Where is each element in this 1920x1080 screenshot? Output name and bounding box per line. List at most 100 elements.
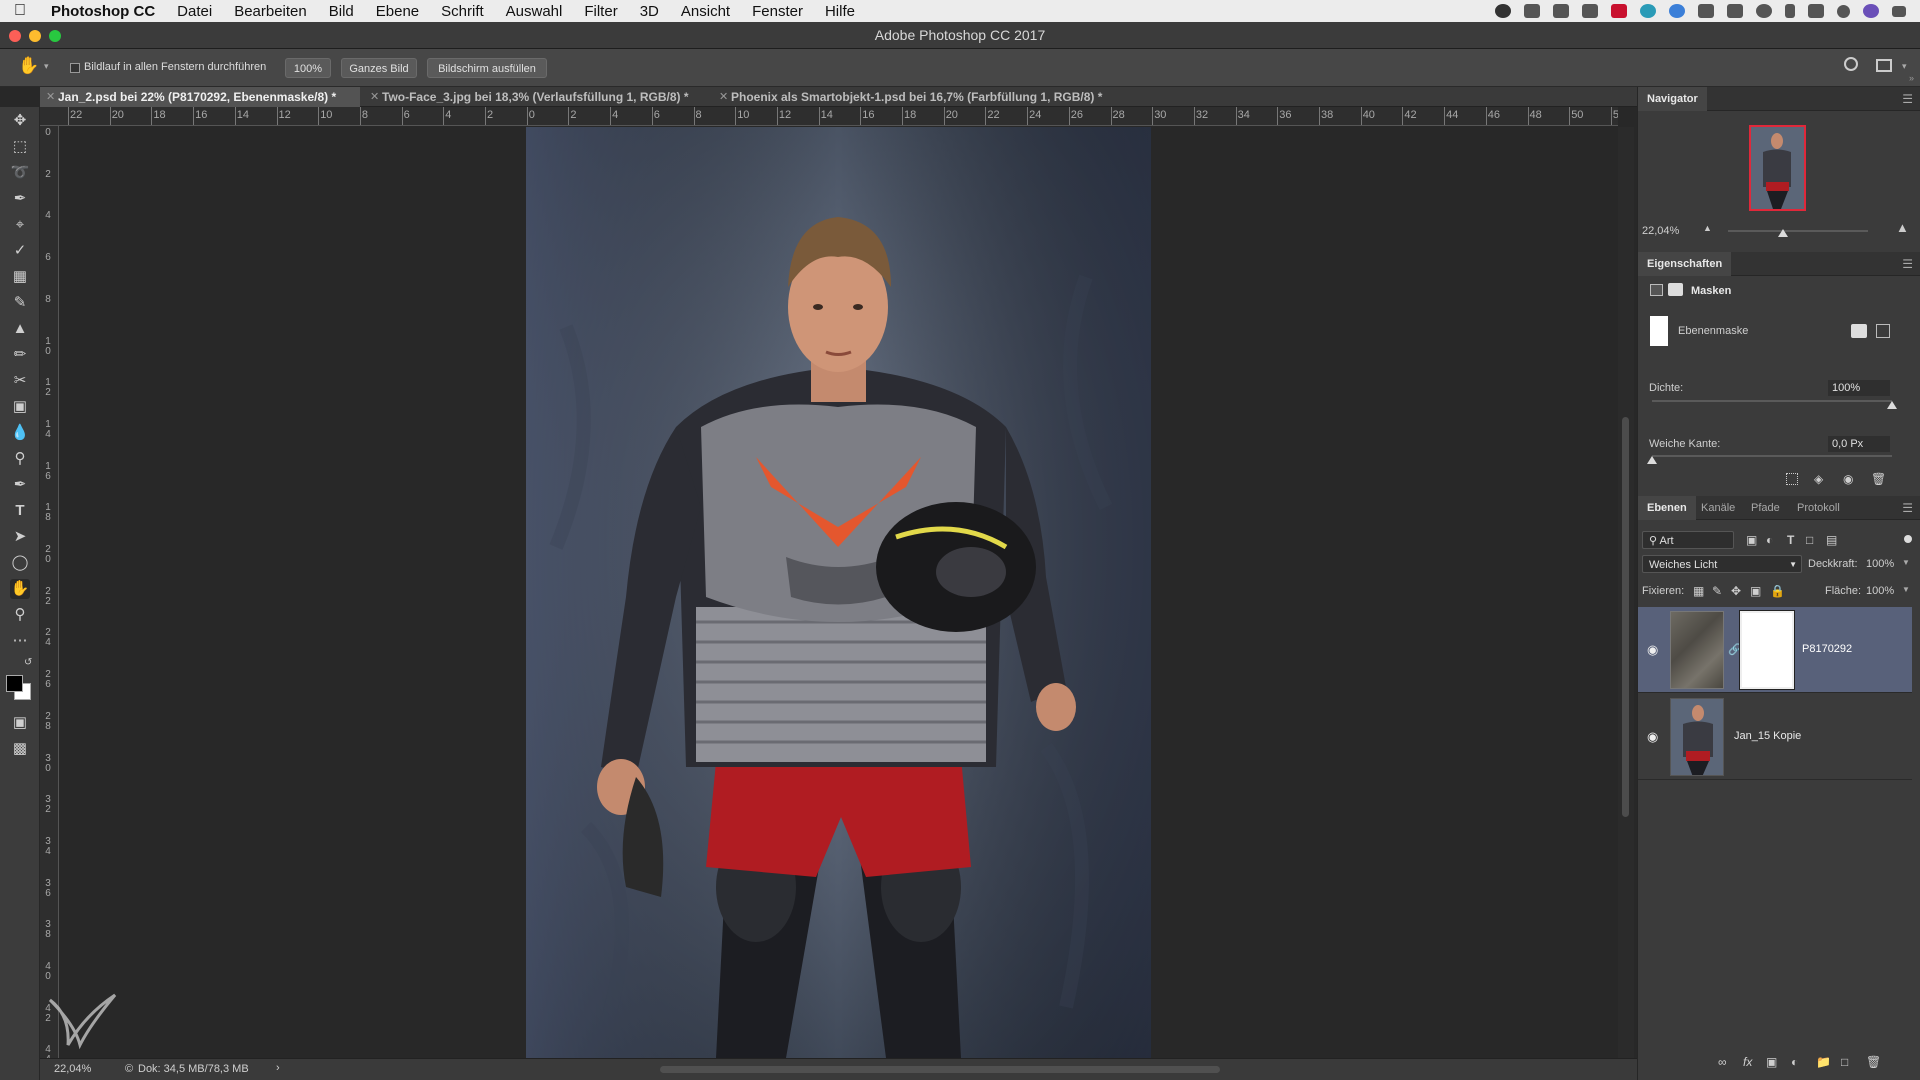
visibility-eye-icon[interactable]: ◉	[1647, 729, 1658, 745]
lasso-tool-icon[interactable]: ➰	[10, 163, 30, 183]
marquee-tool-icon[interactable]: ⬚	[10, 137, 30, 157]
menu-auswahl[interactable]: Auswahl	[495, 3, 574, 20]
status-menu-arrow-icon[interactable]: ›	[276, 1062, 280, 1074]
filter-toggle-icon[interactable]	[1904, 535, 1912, 543]
layer-style-fx-icon[interactable]: fx	[1743, 1055, 1752, 1069]
layers-tab-kanaele[interactable]: Kanäle	[1692, 496, 1744, 520]
tab-document-1[interactable]: ✕ Jan_2.psd bei 22% (P8170292, Ebenenmas…	[40, 87, 360, 107]
layer-name[interactable]: P8170292	[1802, 643, 1852, 655]
clone-stamp-tool-icon[interactable]: ▲	[10, 319, 30, 339]
type-tool-icon[interactable]: T	[10, 501, 30, 521]
layer-filter-select[interactable]: ⚲ Art	[1642, 531, 1734, 549]
tab-document-2[interactable]: ✕ Two-Face_3.jpg bei 18,3% (Verlaufsfüll…	[364, 87, 709, 107]
document-canvas[interactable]	[60, 127, 1618, 1058]
scroll-all-checkbox[interactable]	[70, 63, 80, 73]
apple-menu-icon[interactable]: 	[0, 2, 40, 20]
vertical-ruler[interactable]: 0 2 4 6 8 1 0 1 2 1 4 1 6 1 8 2 0 2 2 2 4 2 6 2 8 3 0 3 …	[40, 126, 59, 1058]
menu-app-name[interactable]: Photoshop CC	[40, 3, 166, 20]
menu-bearbeiten[interactable]: Bearbeiten	[223, 3, 318, 20]
eyedropper-tool-icon[interactable]: ✓	[10, 241, 30, 261]
dropbox-icon[interactable]	[1669, 4, 1685, 18]
panel-menu-icon[interactable]: ☰	[1902, 92, 1913, 106]
close-tab-icon[interactable]: ✕	[370, 87, 379, 107]
layers-tab-protokoll[interactable]: Protokoll	[1788, 496, 1849, 520]
adobe-icon[interactable]	[1611, 4, 1627, 18]
density-input[interactable]: 100%	[1828, 380, 1890, 396]
menu-ebene[interactable]: Ebene	[365, 3, 430, 20]
hand-tool-preset-icon[interactable]: ✋	[18, 56, 39, 76]
creative-cloud-icon[interactable]	[1582, 4, 1598, 18]
panel-menu-icon[interactable]: ☰	[1902, 257, 1913, 271]
layer-mask-thumbnail[interactable]	[1739, 610, 1795, 690]
airplay-icon[interactable]	[1727, 4, 1743, 18]
layer-row[interactable]: ◉ 🔗 P8170292	[1638, 607, 1912, 693]
menu-hilfe[interactable]: Hilfe	[814, 3, 866, 20]
workspace-chevron-icon[interactable]: ▾	[1902, 61, 1907, 72]
density-slider-thumb[interactable]	[1887, 401, 1897, 409]
menu-bild[interactable]: Bild	[318, 3, 365, 20]
select-pixel-mask-icon[interactable]	[1851, 324, 1867, 338]
delete-layer-icon[interactable]: 🗑	[1866, 1055, 1881, 1069]
brush-tool-icon[interactable]: ✎	[10, 293, 30, 313]
history-brush-tool-icon[interactable]: ✏	[10, 345, 30, 365]
navigator-zoom-slider-thumb[interactable]	[1778, 229, 1788, 237]
layers-tab-pfade[interactable]: Pfade	[1742, 496, 1789, 520]
navigator-zoom[interactable]: 22,04%	[1642, 225, 1679, 237]
navigator-tab[interactable]: Navigator	[1638, 87, 1707, 111]
blend-mode-select[interactable]: Weiches Licht ▼	[1642, 555, 1802, 573]
pixel-mask-icon[interactable]	[1650, 284, 1663, 296]
mask-icon[interactable]	[1668, 283, 1683, 296]
layers-tab-ebenen[interactable]: Ebenen	[1638, 496, 1696, 520]
panel-collapse-icon[interactable]: »	[1909, 73, 1914, 83]
airdrop-icon[interactable]	[1524, 4, 1540, 18]
workspace-icon[interactable]	[1876, 59, 1892, 72]
menu-filter[interactable]: Filter	[573, 3, 628, 20]
lock-artboard-icon[interactable]: ▣	[1750, 584, 1761, 598]
spotlight-search-icon[interactable]	[1837, 4, 1850, 18]
sync-icon[interactable]	[1640, 4, 1656, 18]
siri-icon[interactable]	[1863, 4, 1879, 18]
zoom-out-icon[interactable]: ▲	[1703, 223, 1712, 233]
panel-menu-icon[interactable]: ☰	[1902, 501, 1913, 515]
add-vector-mask-icon[interactable]	[1876, 324, 1890, 338]
fill-screen-button[interactable]: Bildschirm ausfüllen	[427, 58, 547, 78]
navigator-thumbnail[interactable]	[1749, 125, 1806, 211]
filter-shape-icon[interactable]: □	[1806, 533, 1813, 547]
new-group-icon[interactable]: 📁	[1816, 1055, 1831, 1069]
menu-datei[interactable]: Datei	[166, 3, 223, 20]
horizontal-ruler[interactable]: 22 20 18 16 14 12 10 8 6 4 2 0 2 4 6 8 10 12 14 16 18 20 22 24 2…	[40, 107, 1618, 126]
density-slider[interactable]	[1652, 400, 1892, 402]
filter-adjustment-icon[interactable]: ◐	[1766, 533, 1773, 547]
link-layers-icon[interactable]: ∞	[1718, 1055, 1727, 1069]
load-selection-icon[interactable]	[1786, 473, 1798, 485]
feather-slider[interactable]	[1652, 455, 1892, 457]
pen-tool-icon[interactable]: ✒	[10, 475, 30, 495]
eraser-tool-icon[interactable]: ✂	[10, 371, 30, 391]
navigator-zoom-slider[interactable]	[1728, 230, 1868, 232]
dodge-tool-icon[interactable]: ⚲	[10, 449, 30, 469]
lock-all-icon[interactable]: 🔒	[1770, 584, 1785, 598]
display-icon[interactable]	[1553, 4, 1569, 18]
vertical-scrollbar[interactable]	[1618, 127, 1634, 1058]
fit-screen-button[interactable]: Ganzes Bild	[341, 58, 417, 78]
filter-type-icon[interactable]: T	[1787, 533, 1794, 547]
tab-document-3[interactable]: ✕ Phoenix als Smartobjekt-1.psd bei 16,7…	[713, 87, 1113, 107]
zoom-in-icon[interactable]: ▲	[1896, 220, 1909, 235]
feather-input[interactable]: 0,0 Px	[1828, 436, 1890, 452]
more-tools-icon[interactable]: ⋯	[10, 631, 30, 651]
crop-tool-icon[interactable]: ⌖	[10, 215, 30, 235]
feather-slider-thumb[interactable]	[1647, 456, 1657, 464]
close-tab-icon[interactable]: ✕	[719, 87, 728, 107]
quick-mask-icon[interactable]: ▣	[10, 713, 30, 733]
menu-3d[interactable]: 3D	[629, 3, 670, 20]
screen-mode-icon[interactable]: ▩	[10, 739, 30, 759]
add-mask-icon[interactable]: ▣	[1766, 1055, 1777, 1069]
ellipse-tool-icon[interactable]: ◯	[10, 553, 30, 573]
menu-fenster[interactable]: Fenster	[741, 3, 814, 20]
close-tab-icon[interactable]: ✕	[46, 87, 55, 107]
notification-icon[interactable]	[1698, 4, 1714, 18]
record-icon[interactable]	[1495, 4, 1511, 18]
hand-tool-icon[interactable]: ✋	[10, 579, 30, 599]
lock-transparent-pixels-icon[interactable]: ▦	[1693, 584, 1704, 598]
status-doc-info[interactable]: Dok: 34,5 MB/78,3 MB	[138, 1063, 249, 1075]
